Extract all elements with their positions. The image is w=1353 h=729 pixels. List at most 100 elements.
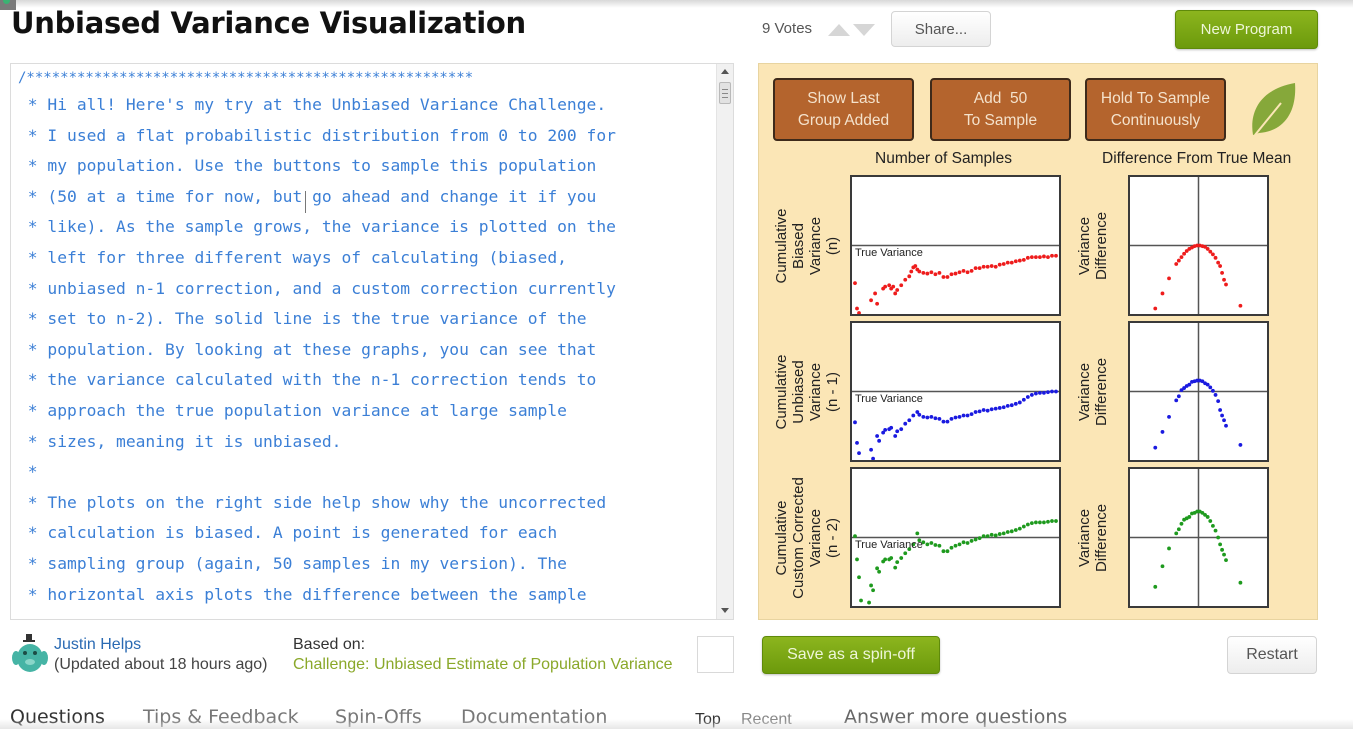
- y-label-line: (n): [824, 236, 841, 255]
- data-point: [1238, 443, 1243, 447]
- data-point: [1029, 393, 1034, 397]
- data-point: [1029, 255, 1034, 260]
- data-point: [1005, 530, 1010, 534]
- data-point: [1042, 390, 1046, 395]
- code-text[interactable]: /***************************************…: [18, 66, 718, 610]
- code-line[interactable]: * horizontal axis plots the difference b…: [18, 580, 718, 611]
- data-point: [1208, 385, 1213, 390]
- new-program-button[interactable]: New Program: [1175, 10, 1318, 49]
- plot-y-axis-label: Variance Difference: [1076, 317, 1110, 467]
- code-line[interactable]: /***************************************…: [18, 66, 718, 90]
- data-point: [1216, 535, 1221, 540]
- data-point: [989, 407, 994, 412]
- share-button[interactable]: Share...: [891, 11, 991, 47]
- data-point: [1017, 526, 1022, 531]
- data-point: [1050, 389, 1054, 394]
- y-label-line: Difference: [1093, 503, 1110, 572]
- data-point: [1009, 260, 1014, 265]
- y-label-line: Variance: [807, 508, 824, 567]
- data-point: [877, 569, 882, 574]
- code-line[interactable]: * unbiased n-1 correction, and a custom …: [18, 274, 718, 305]
- code-line[interactable]: * approach the true population variance …: [18, 396, 718, 427]
- data-point: [993, 533, 998, 538]
- scroll-down-arrow-icon[interactable]: [721, 608, 729, 613]
- scrollbar-thumb[interactable]: [719, 82, 731, 104]
- tab-questions[interactable]: Questions: [10, 706, 105, 728]
- tab-documentation[interactable]: Documentation: [461, 706, 607, 728]
- data-point: [1176, 527, 1181, 532]
- data-point: [1222, 418, 1226, 423]
- plot-svg: [852, 519, 1059, 605]
- data-point: [911, 413, 916, 418]
- data-point: [925, 542, 930, 547]
- code-line[interactable]: *: [18, 457, 718, 488]
- cumulative-variance-plot: True Variance: [850, 175, 1061, 316]
- code-line[interactable]: * population. By looking at these graphs…: [18, 335, 718, 366]
- sort-recent[interactable]: Recent: [741, 711, 792, 729]
- data-point: [875, 566, 880, 571]
- y-label-line: Cumulative: [773, 207, 790, 284]
- code-line[interactable]: * sampling group (again, 50 samples in m…: [18, 549, 718, 580]
- data-point: [973, 537, 978, 542]
- author-name-link[interactable]: Justin Helps: [54, 636, 141, 654]
- code-line[interactable]: * sizes, meaning it is unbiased.: [18, 427, 718, 458]
- data-point: [1218, 408, 1223, 412]
- code-line[interactable]: * I used a flat probabilistic distributi…: [18, 121, 718, 152]
- code-line[interactable]: * calculation is biased. A point is gene…: [18, 518, 718, 549]
- column-title-number-of-samples: Number of Samples: [875, 150, 1012, 167]
- data-point: [1222, 277, 1226, 282]
- author-avatar[interactable]: [10, 632, 50, 674]
- hold-to-sample-button[interactable]: Hold To Sample Continuously: [1085, 78, 1226, 141]
- code-line[interactable]: * set to n-2). The solid line is the tru…: [18, 304, 718, 335]
- tab-tips-feedback[interactable]: Tips & Feedback: [143, 706, 299, 728]
- code-line[interactable]: * (50 at a time for now, but go ahead an…: [18, 182, 718, 213]
- button-label-line2: To Sample: [963, 111, 1038, 129]
- data-point: [965, 270, 970, 275]
- data-point: [993, 406, 998, 411]
- data-point: [917, 412, 922, 417]
- based-on-challenge-link[interactable]: Challenge: Unbiased Estimate of Populati…: [293, 656, 673, 674]
- data-point: [929, 541, 934, 545]
- data-point: [1025, 255, 1030, 260]
- upvote-arrow-icon[interactable]: [828, 24, 850, 36]
- code-line[interactable]: * the variance calculated with the n-1 c…: [18, 365, 718, 396]
- data-point: [869, 583, 873, 588]
- data-point: [977, 266, 982, 271]
- tab-spin-offs[interactable]: Spin-Offs: [335, 706, 422, 728]
- code-line[interactable]: * Hi all! Here's my try at the Unbiased …: [18, 90, 718, 121]
- editor-scrollbar[interactable]: [716, 64, 733, 619]
- data-point: [1029, 521, 1034, 526]
- data-point: [997, 262, 1002, 267]
- show-last-group-button[interactable]: Show Last Group Added: [773, 78, 914, 141]
- answer-more-questions-link[interactable]: Answer more questions: [844, 706, 1067, 728]
- code-editor[interactable]: /***************************************…: [10, 63, 734, 620]
- data-point: [961, 540, 966, 545]
- program-output-canvas[interactable]: Show Last Group Added Add 50 To Sample H…: [758, 63, 1318, 620]
- code-line[interactable]: * The plots on the right side help show …: [18, 488, 718, 519]
- data-point: [893, 565, 898, 570]
- code-line[interactable]: * my population. Use the buttons to samp…: [18, 151, 718, 182]
- code-line[interactable]: * like). As the sample grows, the varian…: [18, 212, 718, 243]
- add-50-to-sample-button[interactable]: Add 50 To Sample: [930, 78, 1071, 141]
- code-line[interactable]: * left for three different ways of calcu…: [18, 243, 718, 274]
- plot-svg: [1130, 177, 1267, 314]
- data-point: [941, 275, 946, 279]
- data-point: [1160, 291, 1165, 296]
- data-point: [915, 531, 920, 536]
- data-point: [1167, 276, 1171, 281]
- data-point: [949, 272, 954, 277]
- save-as-spinoff-button[interactable]: Save as a spin-off: [762, 636, 940, 674]
- data-point: [1050, 519, 1054, 523]
- challenge-thumbnail[interactable]: [697, 636, 734, 673]
- y-label-line: Variance: [1076, 362, 1093, 421]
- restart-button[interactable]: Restart: [1227, 636, 1317, 674]
- downvote-arrow-icon[interactable]: [853, 24, 875, 36]
- data-point: [921, 414, 926, 419]
- data-point: [953, 415, 958, 420]
- data-point: [933, 543, 938, 547]
- data-point: [1205, 382, 1210, 387]
- data-point: [889, 556, 894, 560]
- sort-top[interactable]: Top: [695, 711, 721, 729]
- scroll-up-arrow-icon[interactable]: [721, 69, 729, 74]
- data-point: [1220, 547, 1224, 552]
